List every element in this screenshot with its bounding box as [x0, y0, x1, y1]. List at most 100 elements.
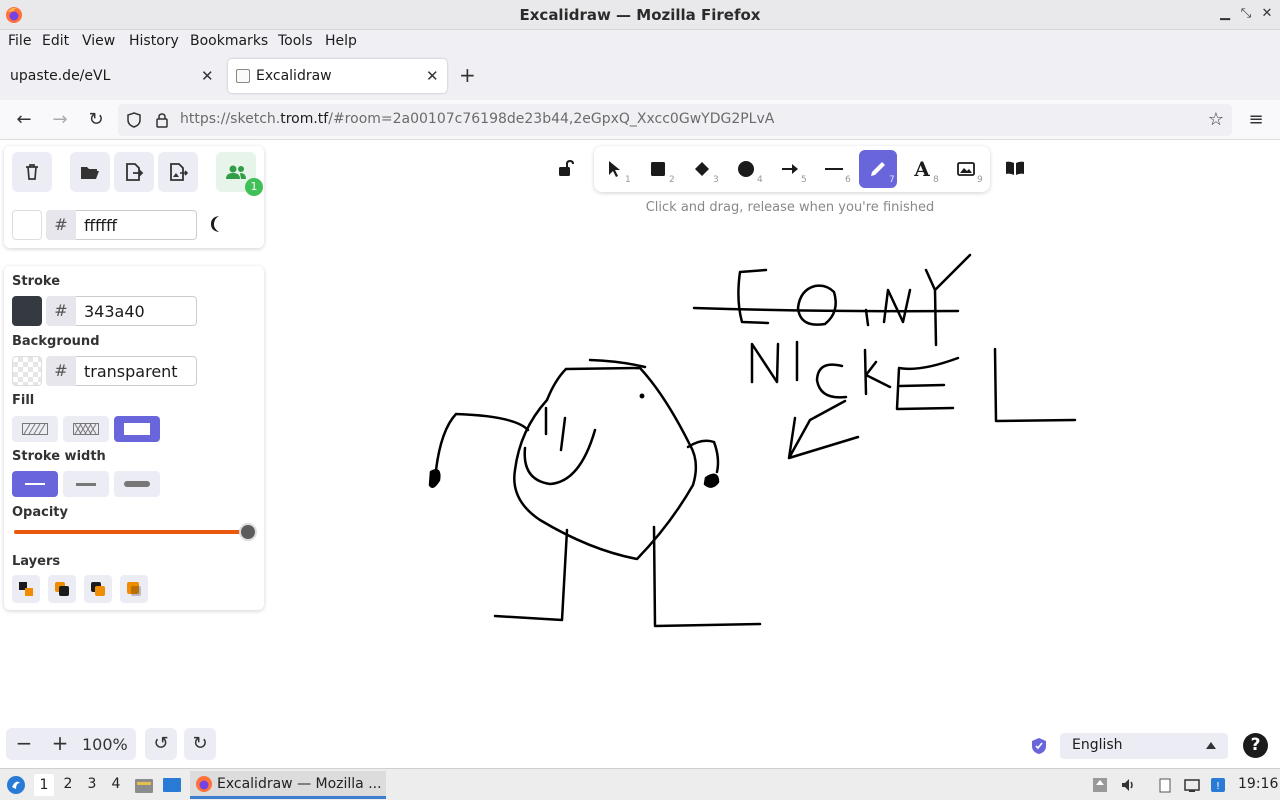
lock-tool-button[interactable]	[549, 150, 583, 186]
fill-hachure-button[interactable]	[12, 416, 58, 442]
opacity-slider-track[interactable]	[14, 530, 248, 534]
background-color-input[interactable]	[76, 356, 197, 386]
drawn-letter-n2	[750, 342, 780, 384]
opacity-label: Opacity	[12, 505, 68, 520]
fill-label: Fill	[12, 393, 35, 408]
bring-to-front-button[interactable]	[120, 575, 148, 603]
dark-mode-toggle[interactable]	[207, 214, 225, 238]
notification-icon[interactable]: !	[1210, 777, 1226, 793]
send-backward-icon	[55, 582, 69, 596]
clipboard-icon[interactable]	[1157, 777, 1173, 793]
workspace-4[interactable]: 4	[106, 776, 126, 792]
drawn-dot	[639, 393, 645, 399]
workspace-1[interactable]: 1	[34, 774, 54, 796]
users-icon	[226, 165, 246, 179]
arrow-tool[interactable]: 5	[771, 150, 809, 188]
close-window-icon[interactable]: ✕	[1259, 6, 1275, 21]
opacity-slider-thumb[interactable]	[239, 523, 257, 541]
language-select[interactable]: English	[1060, 733, 1228, 759]
menu-tools[interactable]: Tools	[278, 33, 313, 49]
taskbar-firefox-window[interactable]: Excalidraw — Mozilla ...	[190, 771, 386, 799]
drawn-letter-c2	[815, 363, 848, 399]
open-button[interactable]	[70, 152, 110, 192]
save-button[interactable]	[114, 152, 154, 192]
rectangle-tool[interactable]: 2	[639, 150, 677, 188]
fill-cross-hatch-button[interactable]	[63, 416, 109, 442]
background-label: Background	[12, 334, 100, 349]
new-tab-icon[interactable]: +	[459, 63, 476, 87]
clear-canvas-button[interactable]	[12, 152, 52, 192]
unlock-icon	[559, 159, 574, 176]
tab-excalidraw[interactable]: Excalidraw ✕	[228, 59, 447, 93]
back-icon[interactable]: ←	[12, 108, 36, 132]
export-image-button[interactable]	[158, 152, 198, 192]
text-tool[interactable]: A 8	[903, 150, 941, 188]
tabbar: upaste.de/eVL ✕ Excalidraw ✕	[0, 54, 1280, 100]
menu-history[interactable]: History	[129, 33, 179, 49]
send-to-back-button[interactable]	[12, 575, 40, 603]
file-manager-icon[interactable]	[134, 776, 154, 794]
fill-solid-button[interactable]	[114, 416, 160, 442]
bring-forward-button[interactable]	[84, 575, 112, 603]
terminal-icon[interactable]	[162, 776, 182, 794]
diamond-tool[interactable]: 3	[683, 150, 721, 188]
canvas-background-input[interactable]	[76, 210, 197, 240]
hamburger-menu-icon[interactable]: ≡	[1244, 108, 1268, 132]
network-icon[interactable]	[1184, 777, 1200, 793]
tool-number: 1	[625, 175, 631, 185]
thin-line-icon	[25, 483, 45, 485]
menu-help[interactable]: Help	[325, 33, 357, 49]
stroke-width-extra-bold-button[interactable]	[114, 471, 160, 497]
stroke-width-bold-button[interactable]	[63, 471, 109, 497]
start-menu-icon[interactable]	[6, 775, 26, 795]
url-bar[interactable]: https://sketch.trom.tf/#room=2a00107c761…	[118, 104, 1232, 136]
minimize-icon[interactable]: ▁	[1217, 6, 1233, 21]
encryption-shield-icon[interactable]	[1031, 737, 1047, 755]
bring-to-front-icon	[127, 582, 141, 596]
stroke-color-swatch[interactable]	[12, 296, 42, 326]
bookmark-star-icon[interactable]: ☆	[1204, 108, 1228, 132]
stroke-width-thin-button[interactable]	[12, 471, 58, 497]
shield-icon[interactable]	[126, 112, 142, 128]
menu-bookmarks[interactable]: Bookmarks	[190, 33, 268, 49]
menu-file[interactable]: File	[8, 33, 31, 49]
menu-view[interactable]: View	[82, 33, 115, 49]
background-color-swatch[interactable]	[12, 356, 42, 386]
zoom-out-button[interactable]: −	[8, 728, 40, 760]
restore-icon[interactable]: ⤡	[1238, 6, 1254, 21]
volume-icon[interactable]	[1120, 777, 1136, 793]
stroke-color-input[interactable]	[76, 296, 197, 326]
reload-icon[interactable]: ↻	[84, 108, 108, 132]
selection-tool[interactable]: 1	[595, 150, 633, 188]
menu-edit[interactable]: Edit	[42, 33, 69, 49]
stroke-label: Stroke	[12, 274, 61, 289]
zoom-in-button[interactable]: +	[44, 728, 76, 760]
image-tool[interactable]: 9	[947, 150, 985, 188]
zoom-level[interactable]: 100%	[82, 735, 128, 754]
lock-icon[interactable]	[155, 112, 169, 128]
send-to-back-icon	[19, 582, 33, 596]
ellipse-tool[interactable]: 4	[727, 150, 765, 188]
svg-text:!: !	[1216, 781, 1220, 792]
trash-icon	[26, 164, 38, 180]
forward-icon[interactable]: →	[48, 108, 72, 132]
redo-button[interactable]: ↻	[184, 728, 216, 760]
zoom-controls: − + 100%	[6, 728, 136, 760]
close-tab-icon[interactable]: ✕	[201, 67, 214, 85]
library-button[interactable]	[996, 150, 1034, 186]
drawn-leg-right	[652, 525, 762, 628]
url-text: https://sketch.trom.tf/#room=2a00107c761…	[180, 111, 774, 127]
draw-tool[interactable]: 7	[859, 150, 897, 188]
close-tab-icon[interactable]: ✕	[426, 67, 439, 85]
undo-button[interactable]: ↺	[145, 728, 177, 760]
canvas-background-swatch[interactable]	[12, 210, 42, 240]
help-icon[interactable]: ?	[1243, 733, 1268, 758]
tray-updates-icon[interactable]	[1092, 777, 1108, 793]
workspace-3[interactable]: 3	[82, 776, 102, 792]
line-tool[interactable]: 6	[815, 150, 853, 188]
workspace-2[interactable]: 2	[58, 776, 78, 792]
drawn-letter-n	[882, 288, 912, 324]
send-backward-button[interactable]	[48, 575, 76, 603]
tab-upaste[interactable]: upaste.de/eVL ✕	[0, 59, 224, 93]
bold-line-icon	[76, 482, 96, 486]
